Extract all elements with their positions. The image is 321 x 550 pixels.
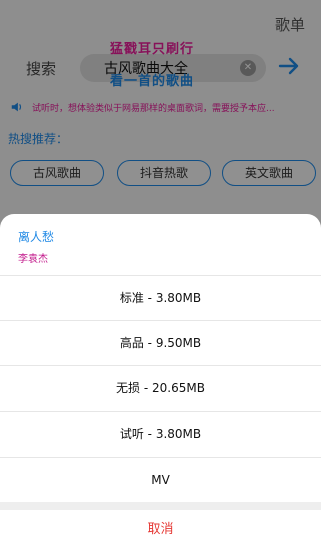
option-mv[interactable]: MV — [0, 457, 321, 502]
option-lossless[interactable]: 无损 - 20.65MB — [0, 365, 321, 410]
sheet-divider — [0, 502, 321, 510]
option-preview[interactable]: 试听 - 3.80MB — [0, 411, 321, 456]
option-standard[interactable]: 标准 - 3.80MB — [0, 275, 321, 320]
cancel-button[interactable]: 取消 — [0, 510, 321, 550]
quality-bottom-sheet: 离人愁 李袁杰 标准 - 3.80MB 高品 - 9.50MB 无损 - 20.… — [0, 214, 321, 550]
song-title: 离人愁 — [18, 230, 55, 244]
song-artist: 李袁杰 — [18, 254, 48, 265]
option-high-quality[interactable]: 高品 - 9.50MB — [0, 320, 321, 365]
